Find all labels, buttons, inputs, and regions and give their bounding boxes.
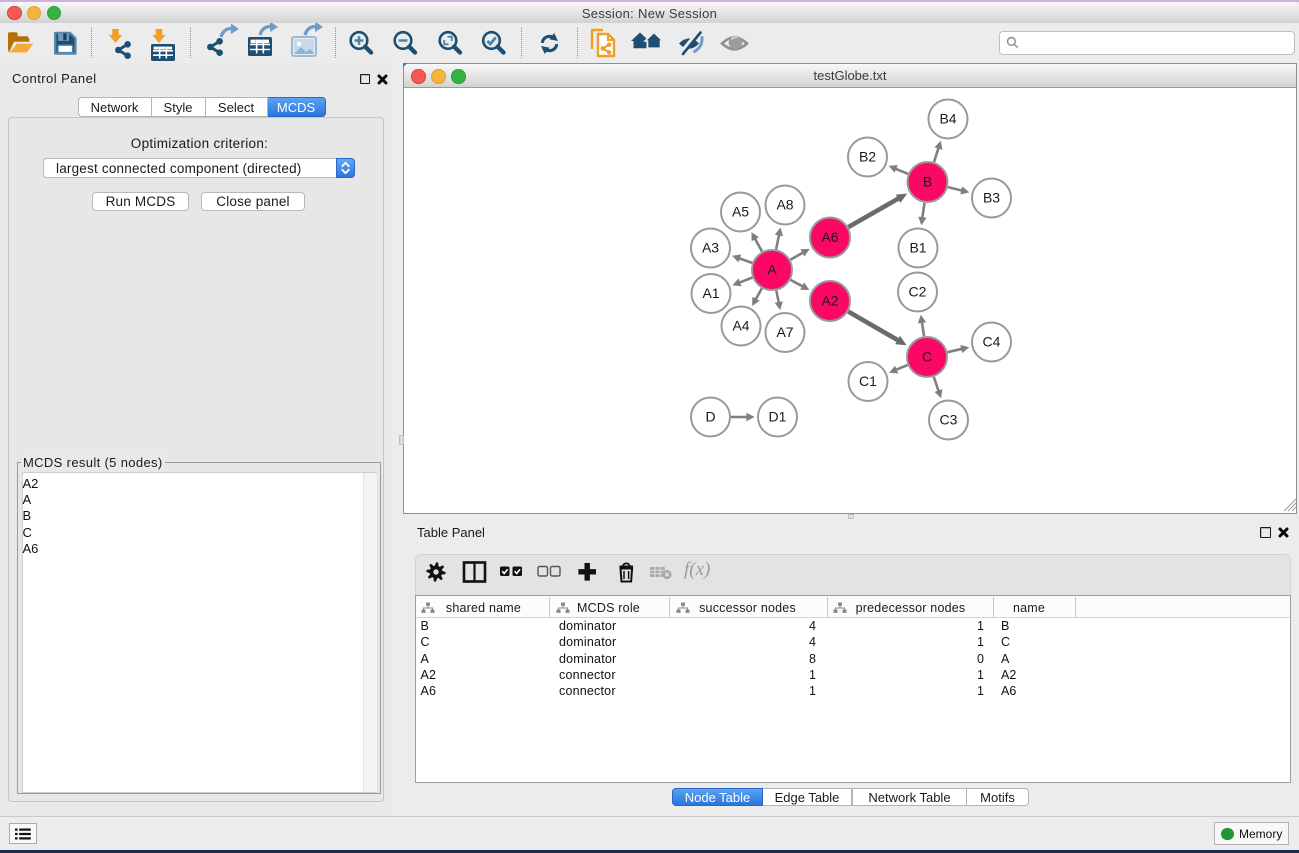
svg-text:C1: C1 xyxy=(859,373,877,389)
svg-text:D: D xyxy=(705,409,715,425)
svg-text:D1: D1 xyxy=(769,409,787,425)
svg-text:B3: B3 xyxy=(983,190,1000,206)
svg-text:A3: A3 xyxy=(702,240,719,256)
svg-text:C: C xyxy=(922,349,932,365)
svg-text:A7: A7 xyxy=(776,324,793,340)
svg-text:C3: C3 xyxy=(940,412,958,428)
svg-text:A: A xyxy=(767,262,777,278)
svg-text:C4: C4 xyxy=(983,334,1001,350)
svg-text:A2: A2 xyxy=(821,293,838,309)
svg-text:B2: B2 xyxy=(859,149,876,165)
svg-text:A5: A5 xyxy=(732,204,749,220)
svg-text:A8: A8 xyxy=(776,197,793,213)
svg-text:A4: A4 xyxy=(732,318,749,334)
svg-text:B4: B4 xyxy=(939,111,956,127)
svg-text:B: B xyxy=(923,174,932,190)
svg-text:C2: C2 xyxy=(909,284,927,300)
svg-text:B1: B1 xyxy=(909,240,926,256)
svg-text:A6: A6 xyxy=(821,229,838,245)
svg-text:A1: A1 xyxy=(702,285,719,301)
